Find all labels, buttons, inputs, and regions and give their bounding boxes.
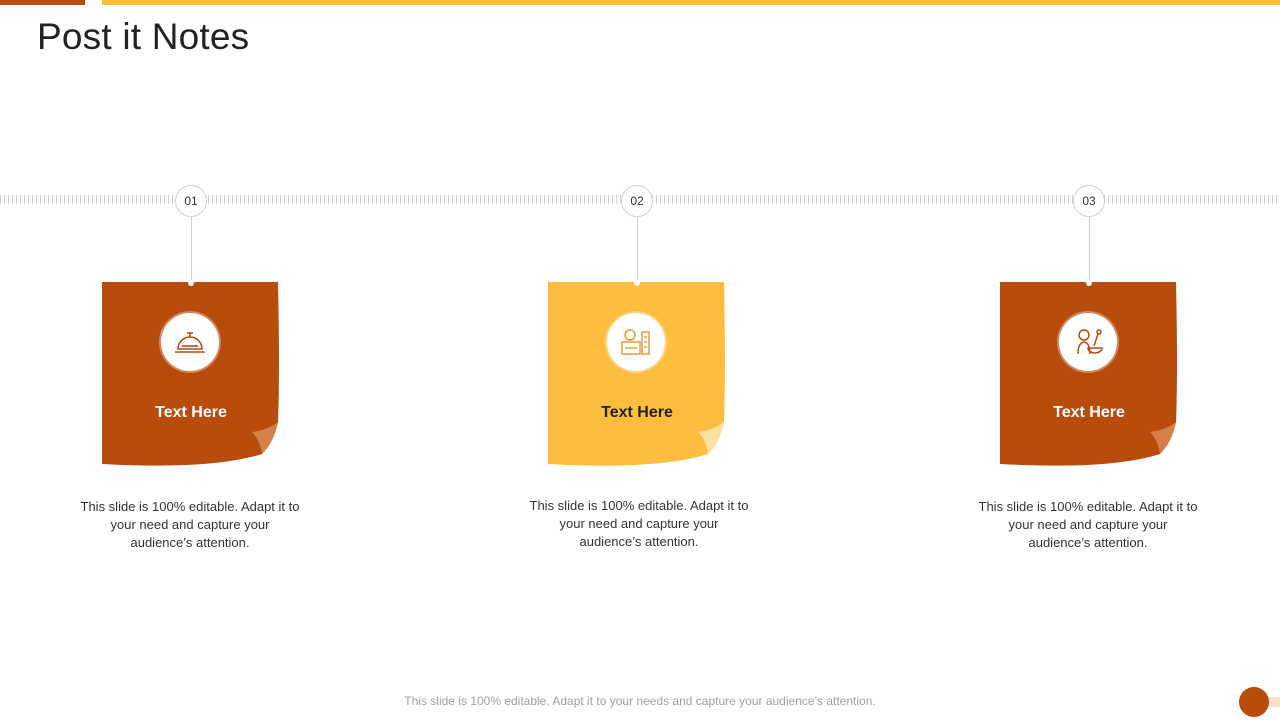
top-accent-bar-light	[102, 0, 1280, 5]
note-description-3: This slide is 100% editable. Adapt it to…	[978, 499, 1198, 550]
note-paper	[102, 282, 279, 466]
note-paper	[1000, 282, 1177, 466]
chef-cooking-icon	[1059, 313, 1117, 371]
top-accent-bar-dark	[0, 0, 85, 5]
note-title-3: Text Here	[1053, 404, 1125, 421]
footer-text: This slide is 100% editable. Adapt it to…	[404, 694, 876, 708]
connector-line-2	[637, 217, 638, 281]
step-number-2: 02	[621, 185, 653, 217]
note-description-2: This slide is 100% editable. Adapt it to…	[529, 498, 749, 549]
note-pin-3	[1086, 280, 1092, 286]
note-title-1: Text Here	[155, 404, 227, 421]
note-paper	[548, 282, 725, 466]
step-number-3: 03	[1073, 185, 1105, 217]
page-title: Post it Notes	[37, 16, 250, 57]
note-pin-1	[188, 280, 194, 286]
factory-icon	[607, 313, 665, 371]
step-number-1: 01	[175, 185, 207, 217]
connector-line-3	[1089, 217, 1090, 281]
note-description-1: This slide is 100% editable. Adapt it to…	[80, 499, 300, 550]
connector-line-1	[191, 217, 192, 281]
service-bell-icon	[161, 313, 219, 371]
post-it-note-3[interactable]: Text Here	[1000, 282, 1180, 468]
corner-accent-dot	[1239, 687, 1269, 717]
note-title-2: Text Here	[601, 404, 673, 421]
post-it-note-2[interactable]: Text Here	[548, 282, 728, 468]
note-pin-2	[634, 280, 640, 286]
post-it-note-1[interactable]: Text Here	[102, 282, 282, 468]
